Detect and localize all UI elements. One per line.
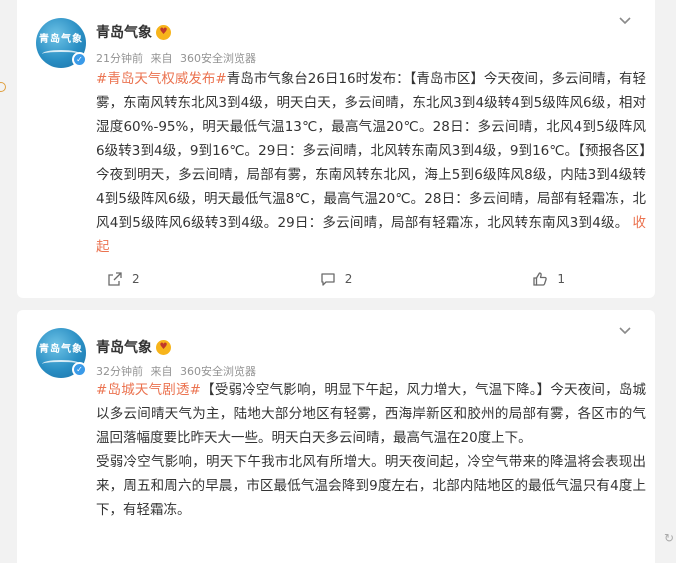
post-meta: 21分钟前 来自 360安全浏览器 [96, 50, 256, 66]
post-time[interactable]: 21分钟前 [96, 52, 143, 65]
post-text: 青岛市气象台26日16时发布：【青岛市区】今天夜间，多云间晴，有轻雾，东南风转东… [96, 71, 646, 231]
chevron-down-icon[interactable] [617, 12, 633, 28]
action-bar: 2 2 1 [17, 264, 655, 294]
post-paragraph-2: 受弱冷空气影响，明天下午我市北风有所增大。明天夜间起，冷空气带来的降温将会表现出… [96, 454, 646, 518]
repost-icon [108, 272, 122, 286]
comment-count: 2 [344, 272, 353, 286]
verified-badge-icon: ✓ [72, 362, 87, 377]
topic-link[interactable]: #岛城天气剧透# [96, 382, 201, 398]
source-prefix: 来自 [150, 52, 173, 65]
scroll-edge-icon: ↻ [663, 531, 674, 545]
post-source: 360安全浏览器 [180, 52, 256, 65]
like-count: 1 [557, 272, 565, 286]
post-time[interactable]: 32分钟前 [96, 365, 143, 378]
post-source: 360安全浏览器 [180, 365, 256, 378]
comment-button[interactable]: 2 [230, 271, 443, 287]
avatar-label: 青岛气象 [39, 34, 83, 45]
like-button[interactable]: 1 [442, 271, 655, 287]
verified-badge-icon: ✓ [72, 52, 87, 67]
author-name[interactable]: 青岛气象 [96, 22, 152, 42]
comment-icon [321, 273, 335, 286]
source-prefix: 来自 [150, 365, 173, 378]
thumbs-up-icon [533, 272, 548, 286]
repost-count: 2 [132, 272, 140, 286]
author-name[interactable]: 青岛气象 [96, 337, 152, 357]
fan-badge-icon[interactable]: ♥ [156, 24, 171, 40]
topic-link[interactable]: #青岛天气权威发布# [96, 71, 227, 87]
avatar-label: 青岛气象 [39, 344, 83, 355]
post-meta: 32分钟前 来自 360安全浏览器 [96, 363, 256, 379]
fan-badge-icon[interactable]: ♥ [156, 339, 171, 355]
weibo-post-card: 青岛气象 ✓ 青岛气象 ♥ 32分钟前 来自 360安全浏览器 #岛城天气剧透#… [17, 310, 655, 563]
post-content: #青岛天气权威发布#青岛市气象台26日16时发布：【青岛市区】今天夜间，多云间晴… [96, 67, 646, 259]
weibo-post-card: 青岛气象 ✓ 青岛气象 ♥ 21分钟前 来自 360安全浏览器 #青岛天气权威发… [17, 0, 655, 298]
repost-button[interactable]: 2 [17, 271, 230, 287]
chevron-down-icon[interactable] [617, 322, 633, 338]
edge-decoration [0, 82, 6, 92]
post-content: #岛城天气剧透#【受弱冷空气影响，明显下午起，风力增大，气温下降。】今天夜间，岛… [96, 378, 646, 522]
